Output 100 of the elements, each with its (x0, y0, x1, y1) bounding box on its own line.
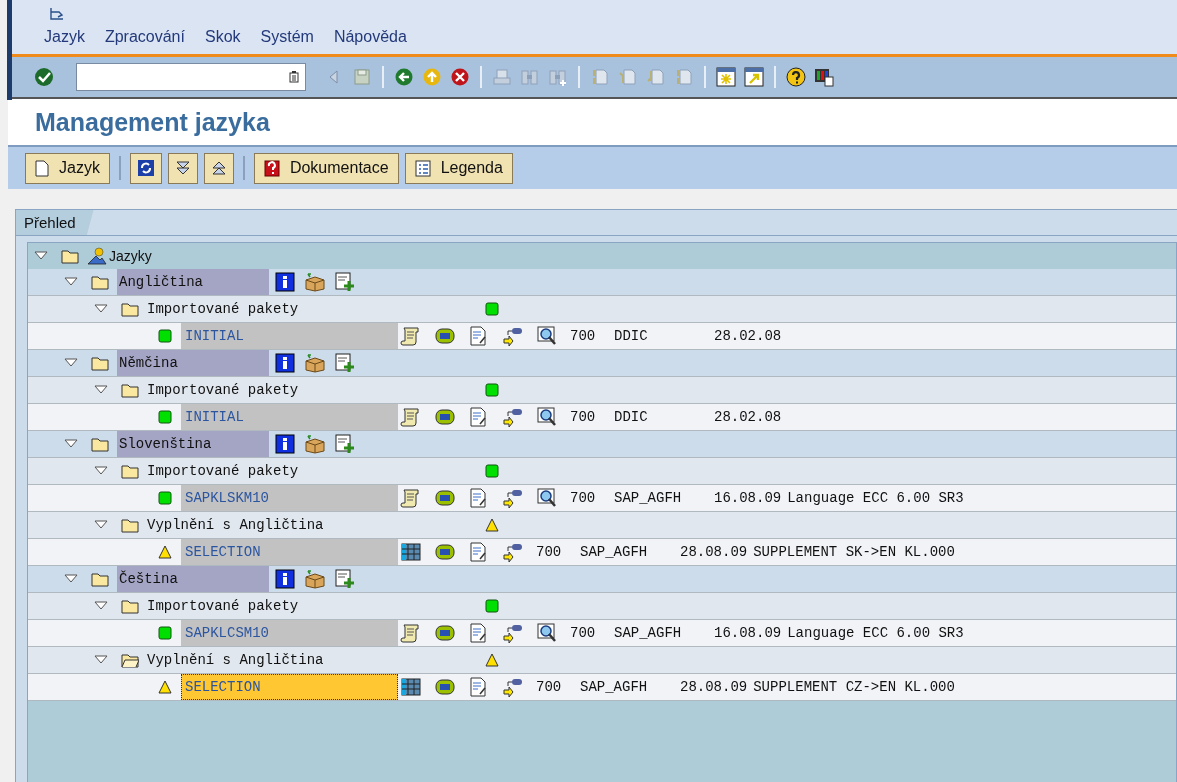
info-icon[interactable] (275, 569, 295, 589)
language-label[interactable]: Slovenština (117, 431, 269, 457)
binoculars-plus-icon[interactable] (548, 67, 568, 87)
transport-icon[interactable] (502, 623, 524, 643)
shortcut-icon[interactable] (744, 67, 764, 87)
toggle-icon[interactable] (94, 655, 108, 665)
table-cell: 28.02.08 (714, 409, 782, 425)
toggle-icon[interactable] (94, 385, 108, 395)
job-icon[interactable] (434, 677, 456, 697)
toggle-icon[interactable] (34, 251, 48, 261)
info-icon[interactable] (275, 272, 295, 292)
layout-icon[interactable] (814, 67, 834, 87)
language-label[interactable]: Němčina (117, 350, 269, 376)
table-cell-text: 700 (570, 625, 597, 641)
table-cell-text: 700 (570, 328, 597, 344)
check-icon[interactable] (34, 67, 54, 87)
refresh-icon (136, 159, 155, 177)
toggle-icon[interactable] (94, 304, 108, 314)
table-cell: 16.08.09 (714, 490, 782, 506)
folder-icon (91, 274, 109, 290)
menu-item[interactable]: Zpracování (104, 28, 185, 46)
toggle-icon[interactable] (94, 601, 108, 611)
language-label[interactable]: Čeština (117, 566, 269, 592)
box-icon[interactable] (304, 434, 326, 454)
new-language-button[interactable]: Jazyk (25, 152, 110, 184)
table-cell: 28.02.08 (714, 328, 782, 344)
folder-icon (61, 248, 79, 264)
dropdown-icon[interactable] (289, 71, 299, 83)
legend-button[interactable]: Legenda (404, 152, 513, 184)
collapse-button[interactable] (203, 152, 234, 184)
folder-label[interactable]: Importované pakety (147, 598, 485, 614)
add-document-icon[interactable] (335, 434, 355, 454)
transport-icon[interactable] (502, 407, 524, 427)
toggle-icon[interactable] (94, 466, 108, 476)
scroll-icon[interactable] (400, 623, 422, 643)
folder-label[interactable]: Vyplnění s Angličtina (147, 652, 485, 668)
expand-button[interactable] (167, 152, 198, 184)
refresh-button[interactable] (129, 152, 162, 184)
menu-item[interactable]: Skok (204, 28, 241, 46)
menu-item[interactable]: Systém (260, 28, 314, 46)
table-icon[interactable] (400, 677, 422, 697)
folder-label[interactable]: Importované pakety (147, 382, 485, 398)
table-cell-text: SAP_AGFH (580, 544, 649, 560)
job-icon[interactable] (434, 488, 456, 508)
job-icon[interactable] (434, 542, 456, 562)
toggle-icon[interactable] (94, 520, 108, 530)
package-name[interactable]: SELECTION (181, 539, 398, 565)
package-name[interactable]: SAPKLCSM10 (181, 620, 398, 646)
toggle-icon[interactable] (64, 439, 78, 449)
add-document-icon[interactable] (335, 272, 355, 292)
language-label[interactable]: Angličtina (117, 269, 269, 295)
table-cell-text: SAP_AGFH (614, 490, 683, 506)
search-icon[interactable] (536, 407, 558, 427)
transport-icon[interactable] (502, 677, 524, 697)
box-icon[interactable] (304, 569, 326, 589)
transport-icon[interactable] (502, 326, 524, 346)
add-document-icon[interactable] (335, 569, 355, 589)
tree-node-label[interactable]: Jazyky (109, 248, 152, 264)
menu-logo-icon[interactable] (50, 8, 66, 20)
search-icon[interactable] (536, 623, 558, 643)
search-icon[interactable] (536, 326, 558, 346)
document-icon (35, 159, 49, 177)
table-cell-text: 700 (570, 409, 597, 425)
box-icon[interactable] (304, 272, 326, 292)
new-window-icon[interactable] (716, 67, 736, 87)
folder-label[interactable]: Importované pakety (147, 463, 485, 479)
toggle-icon[interactable] (64, 574, 78, 584)
add-document-icon[interactable] (335, 353, 355, 373)
help-icon[interactable] (786, 67, 806, 87)
search-icon[interactable] (536, 488, 558, 508)
toggle-icon[interactable] (64, 277, 78, 287)
package-name[interactable]: SAPKLSKM10 (181, 485, 398, 511)
folder-icon (91, 355, 109, 371)
toggle-icon[interactable] (64, 358, 78, 368)
table-icon[interactable] (400, 542, 422, 562)
job-icon[interactable] (434, 623, 456, 643)
table-cell-text: SAP_AGFH (580, 679, 649, 695)
job-icon[interactable] (434, 326, 456, 346)
folder-label[interactable]: Vyplnění s Angličtina (147, 517, 485, 533)
back-icon[interactable] (394, 67, 414, 87)
documentation-button[interactable]: Dokumentace (253, 152, 399, 184)
command-field[interactable] (76, 63, 306, 91)
menu-item[interactable]: Nápověda (333, 28, 407, 46)
scroll-icon[interactable] (400, 407, 422, 427)
table-cell-text: SAP_AGFH (614, 625, 683, 641)
table-cell-text: 700 (536, 544, 563, 560)
info-icon[interactable] (275, 434, 295, 454)
transport-icon[interactable] (502, 488, 524, 508)
package-name[interactable]: INITIAL (181, 323, 398, 349)
transport-icon[interactable] (502, 542, 524, 562)
scroll-icon[interactable] (400, 326, 422, 346)
info-icon[interactable] (275, 353, 295, 373)
menu-item[interactable]: Jazyk (44, 28, 85, 46)
folder-label[interactable]: Importované pakety (147, 301, 485, 317)
package-name[interactable]: INITIAL (181, 404, 398, 430)
cancel-icon[interactable] (450, 67, 470, 87)
box-icon[interactable] (304, 353, 326, 373)
scroll-icon[interactable] (400, 488, 422, 508)
job-icon[interactable] (434, 407, 456, 427)
package-name[interactable]: SELECTION (181, 674, 398, 700)
